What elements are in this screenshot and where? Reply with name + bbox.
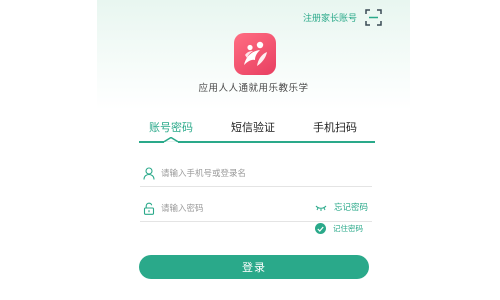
- people-logo-icon: [244, 41, 267, 66]
- app-logo: [234, 33, 276, 75]
- register-parent-account-link[interactable]: 注册家长账号: [303, 11, 357, 24]
- lock-icon: [143, 202, 155, 215]
- tab-phone-scan[interactable]: 手机扫码: [313, 119, 357, 135]
- scan-icon[interactable]: [365, 9, 382, 26]
- password-input[interactable]: [161, 200, 311, 218]
- tab-sms-verification[interactable]: 短信验证: [231, 119, 275, 135]
- password-field: 忘记密码: [140, 197, 372, 222]
- forgot-password-link[interactable]: 忘记密码: [334, 201, 368, 213]
- active-tab-pointer: [164, 137, 178, 144]
- tab-account-password[interactable]: 账号密码: [149, 119, 193, 135]
- remember-password-checkbox[interactable]: 记住密码: [315, 223, 363, 234]
- login-screen: 注册家长账号 应用人人通就用乐教乐学 账号密码 短信验证 手机扫码 请输入手机号…: [97, 0, 410, 300]
- eye-closed-icon[interactable]: [315, 204, 327, 212]
- checkmark-icon: [315, 223, 326, 234]
- account-input[interactable]: [161, 165, 311, 183]
- top-bar: 注册家长账号: [303, 9, 382, 26]
- app-slogan: 应用人人通就用乐教乐学: [198, 83, 309, 94]
- login-button[interactable]: 登录: [139, 255, 369, 279]
- user-icon: [143, 167, 155, 180]
- account-field: [140, 162, 372, 187]
- remember-password-label: 记住密码: [333, 224, 363, 233]
- login-method-tabs: 账号密码 短信验证 手机扫码: [139, 119, 383, 144]
